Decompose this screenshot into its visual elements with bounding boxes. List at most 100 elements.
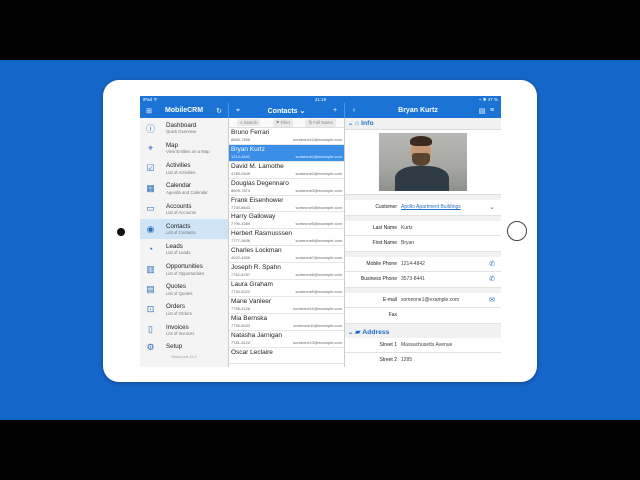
list-title[interactable]: Contacts ⌄ [243, 107, 330, 115]
sidebar-item-label: Quotes [166, 283, 186, 291]
sync-icon[interactable]: ↻ [214, 107, 224, 115]
contact-email: someone9@example.com [295, 289, 342, 295]
camera-dot [117, 228, 125, 236]
sidebar-item-label: Setup [166, 343, 183, 351]
field-label: Street 2 [379, 357, 397, 364]
list-item[interactable]: Charles Lockman 4022-4506 someone7@example… [229, 246, 344, 264]
sidebar-item-leads[interactable]: ◔ Leads List of Leads [140, 239, 228, 259]
contact-email: someone11@example.com [293, 322, 342, 328]
sidebar-item-contacts[interactable]: ◉ Contacts List of Contacts [140, 218, 228, 240]
field-value[interactable]: 3573-8441 [401, 276, 487, 282]
contact-email: someone1@example.com [295, 153, 342, 159]
list-item[interactable]: Oscar Leclaire [229, 348, 344, 365]
sidebar-item-map[interactable]: ⌖ Map View Entities on a Map [140, 138, 228, 158]
save-icon[interactable]: ▤ [477, 107, 487, 115]
contact-photo[interactable] [379, 133, 467, 191]
list-item[interactable]: Bruno Ferrari 8569-7896 someone12@example.… [229, 128, 344, 145]
contact-email: someone7@example.com [295, 255, 342, 261]
field-value[interactable]: 1214-4842 [401, 261, 487, 267]
mail-icon[interactable]: ✉ [487, 296, 497, 304]
contact-name: Bryan Kurtz [231, 145, 265, 153]
street1-field[interactable]: Street 1 Massachusetts Avenue [345, 337, 501, 353]
list-item[interactable]: Marie Vanleer 7796-4126 someone10@example.… [229, 297, 344, 314]
sidebar-item-invoices[interactable]: ▯ Invoices List of Invoices [140, 320, 228, 340]
section-title: Address [362, 328, 390, 336]
list-item[interactable]: Laura Graham 7730-5222 someone9@example.co… [229, 280, 344, 297]
sidebar-item-label: Map [166, 141, 179, 149]
contact-name: Douglas Degennaro [231, 179, 289, 187]
sidebar: ⓘ Dashboard Quick Overview ⌖ Map View Enti… [140, 118, 229, 367]
photo-container [345, 129, 501, 195]
list-item-selected[interactable]: Bryan Kurtz 1214-4842 someone1@example.com [229, 144, 344, 162]
search-button[interactable]: ⌕ Search [237, 119, 261, 126]
field-label: Last Name [372, 224, 397, 231]
filter-button[interactable]: ⚑ Filter [272, 118, 294, 127]
list-item[interactable]: Natasha Jarnigan 7781-5122 someone13@examp… [229, 331, 344, 348]
street2-field[interactable]: Street 2 1285 [345, 353, 501, 367]
add-icon[interactable]: + [330, 107, 340, 114]
sidebar-item-label: Leads [166, 242, 183, 250]
sidebar-item-quotes[interactable]: ▤ Quotes List of Quotes [140, 280, 228, 300]
list-item[interactable]: Frank Eisenhower 7730-8643 someone4@exampl… [229, 196, 344, 213]
photo-hair [410, 136, 432, 146]
business-phone-field[interactable]: Business Phone 3573-8441 ✆ [345, 272, 501, 288]
list-item[interactable]: Harry Galloway 7790-4389 someone5@example.… [229, 212, 344, 230]
email-field[interactable]: E-mail someone1@example.com ✉ [345, 292, 501, 308]
last-name-field[interactable]: Last Name Kurtz [345, 220, 501, 236]
map-pin-icon[interactable]: ⌖ [233, 107, 243, 115]
chart-icon: ▥ [146, 263, 155, 274]
contact-name: Joseph R. Spahn [231, 264, 281, 272]
sidebar-item-sub: List of Quotes [166, 290, 193, 296]
list-item[interactable]: Herbert Rasmusssen 7777-3636 someone6@exam… [229, 229, 344, 247]
field-value[interactable]: Bryan [401, 240, 497, 246]
customer-link[interactable]: Apollo Apartment Buildings [401, 204, 487, 210]
menu-icon[interactable]: ≡ [487, 107, 497, 114]
field-label: Mobile Phone [366, 260, 397, 267]
contact-email: someone4@example.com [295, 204, 342, 210]
contact-phone: 7781-5122 [231, 339, 251, 345]
field-value[interactable]: Kurtz [401, 225, 497, 231]
contact-name: Herbert Rasmusssen [231, 230, 293, 238]
sidebar-item-accounts[interactable]: ▭ Accounts List of Accounts [140, 199, 228, 219]
home-button[interactable] [507, 221, 527, 241]
phone-icon[interactable]: ✆ [487, 260, 497, 268]
customer-field[interactable]: Customer Apollo Apartment Buildings ⌄ [345, 200, 501, 216]
section-address-header[interactable]: ⌄ ▰ Address [345, 327, 501, 338]
search-label: Search [243, 120, 258, 125]
photo-body [395, 166, 449, 191]
sort-button[interactable]: ⇅ Full Name [305, 118, 336, 127]
field-label: Business Phone [360, 276, 397, 283]
apps-icon[interactable]: ⊞ [144, 107, 154, 115]
list-item[interactable]: Douglas Degennaro 8509-7874 someone3@examp… [229, 179, 344, 196]
contact-phone: 7730-5222 [231, 289, 251, 295]
contact-name: Harry Galloway [231, 213, 276, 221]
sidebar-item-sub: List of Activities [166, 169, 196, 175]
sidebar-item-activities[interactable]: ☑ Activities List of Activities [140, 158, 228, 178]
chevron-down-icon[interactable]: ⌄ [487, 203, 497, 211]
sidebar-item-orders[interactable]: ⊡ Orders List of Orders [140, 300, 228, 320]
mobile-phone-field[interactable]: Mobile Phone 1214-4842 ✆ [345, 256, 501, 272]
field-value[interactable]: 1285 [401, 357, 497, 363]
sidebar-item-setup[interactable]: ⚙ Setup [140, 340, 228, 354]
contact-email: someone13@example.com [293, 339, 342, 345]
sidebar-item-dashboard[interactable]: ⓘ Dashboard Quick Overview [140, 118, 228, 138]
back-chevron-icon[interactable]: ‹ [349, 107, 359, 114]
cart-icon: ⊡ [146, 304, 155, 315]
field-value[interactable]: someone1@example.com [401, 297, 487, 303]
phone-icon[interactable]: ✆ [487, 275, 497, 283]
sidebar-item-opportunities[interactable]: ▥ Opportunities List of Opportunities [140, 259, 228, 279]
sidebar-item-calendar[interactable]: ▦ Calendar Agenda and Calendar [140, 179, 228, 199]
sidebar-item-label: Orders [166, 303, 185, 311]
contact-email: someone6@example.com [295, 238, 342, 244]
first-name-field[interactable]: First Name Bryan [345, 236, 501, 252]
contact-phone: 8569-7896 [231, 137, 251, 142]
field-value[interactable]: Massachusetts Avenue [401, 342, 497, 348]
section-info-header[interactable]: ⌄ ⌂ Info [345, 118, 501, 129]
list-item[interactable]: Joseph R. Spahn 7762-8787 someone8@example… [229, 263, 344, 281]
fax-field[interactable]: Fax [345, 308, 501, 324]
carrier-text: iPad ᯤ [143, 96, 158, 102]
list-item[interactable]: David M. Lamothe 4789-0545 someone2@exampl… [229, 162, 344, 179]
list-item[interactable]: Mia Bernska 7736-8433 someone11@example.co… [229, 314, 344, 331]
contact-name: Oscar Leclaire [231, 348, 273, 356]
gear-icon: ⚙ [146, 341, 155, 352]
